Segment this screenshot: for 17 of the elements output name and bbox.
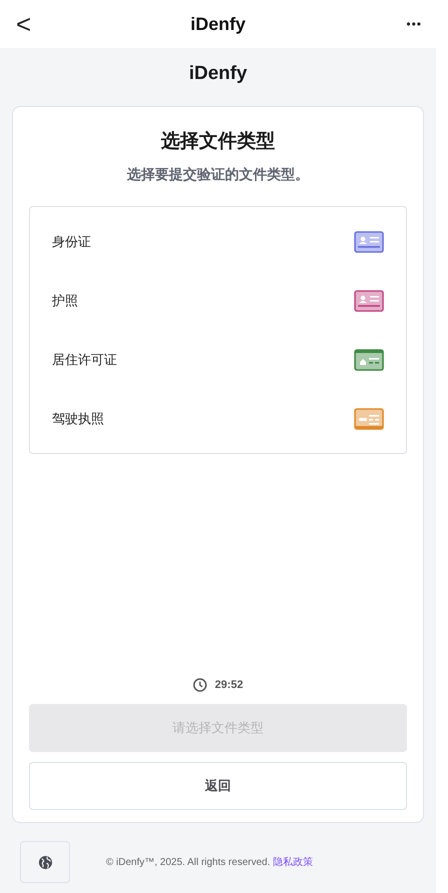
more-button[interactable]: ••• — [406, 17, 422, 31]
card-subtitle: 选择要提交验证的文件类型。 — [127, 165, 309, 183]
document-option[interactable]: 身份证 — [30, 212, 406, 271]
document-option[interactable]: 居住许可证 — [30, 330, 406, 389]
language-button[interactable] — [20, 841, 70, 883]
card-title: 选择文件类型 — [161, 130, 275, 154]
countdown-timer: 29:52 — [214, 679, 244, 691]
globe-icon — [38, 854, 52, 870]
document-option[interactable]: 驾驶执照 — [30, 389, 406, 448]
page-title: iDenfy — [189, 14, 246, 34]
privacy-link[interactable]: 隐私政策 — [272, 857, 313, 868]
logo: iDenfy — [188, 62, 248, 86]
copyright-text: © iDenfy™, 2025. All rights reserved. 隐私政策 — [106, 856, 313, 869]
back-button[interactable]: < — [12, 8, 36, 40]
clock-icon — [192, 678, 207, 692]
document-option[interactable]: 护照 — [30, 271, 406, 330]
back-button[interactable]: 返回 — [29, 762, 407, 810]
